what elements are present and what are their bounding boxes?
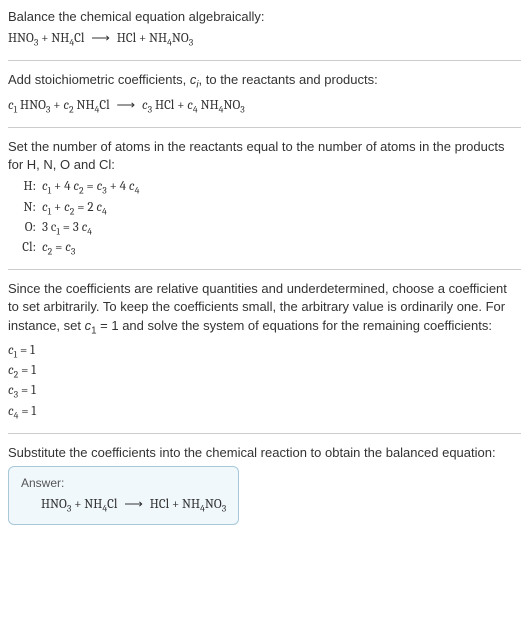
species: Cl [107, 497, 120, 512]
atom-row-o: O: 3 c1 = 3 c4 [8, 219, 521, 239]
text: 3 c [42, 220, 56, 235]
plus: + [50, 98, 63, 113]
unbalanced-equation: HNO3 + NH4Cl ⟶ HCl + NH4NO3 [8, 30, 521, 50]
section-add-coefficients: Add stoichiometric coefficients, ci, to … [8, 71, 521, 116]
species: Cl [99, 98, 112, 113]
instruction-text: Set the number of atoms in the reactants… [8, 138, 521, 174]
answer-label: Answer: [21, 475, 226, 492]
equation-body: c1 + 4 c2 = c3 + 4 c4 [42, 178, 139, 198]
species: NH [198, 98, 219, 113]
instruction-text: Add stoichiometric coefficients, ci, to … [8, 71, 521, 92]
sub: 4 [87, 226, 92, 237]
text: + 4 [107, 179, 129, 194]
subscript: 3 [240, 104, 245, 115]
val: = 1 [18, 363, 36, 378]
coef-row: c1 = 1 [8, 342, 521, 362]
val: = 1 [17, 343, 35, 358]
coefficient-equation: c1 HNO3 + c2 NH4Cl ⟶ c3 HCl + c4 NH4NO3 [8, 97, 521, 117]
sub: 3 [71, 247, 76, 258]
arrow-icon: ⟶ [124, 496, 143, 514]
coefficient-solutions: c1 = 1 c2 = 1 c3 = 1 c4 = 1 [8, 342, 521, 423]
divider [8, 433, 521, 434]
atom-label: H: [8, 178, 42, 196]
atom-row-h: H: c1 + 4 c2 = c3 + 4 c4 [8, 178, 521, 198]
instruction-text: Substitute the coefficients into the che… [8, 444, 521, 462]
species: NO [172, 31, 189, 46]
divider [8, 269, 521, 270]
section-atom-balance: Set the number of atoms in the reactants… [8, 138, 521, 259]
atom-row-n: N: c1 + c2 = 2 c4 [8, 199, 521, 219]
eq: = [52, 240, 65, 255]
species: HNO [41, 497, 67, 512]
eq: = 3 [60, 220, 82, 235]
atom-label: Cl: [8, 239, 42, 257]
atom-row-cl: Cl: c2 = c3 [8, 239, 521, 259]
divider [8, 60, 521, 61]
instruction-text: Since the coefficients are relative quan… [8, 280, 521, 338]
atom-label: N: [8, 199, 42, 217]
subscript: 3 [189, 38, 194, 49]
arrow-icon: ⟶ [91, 30, 110, 48]
atom-equations: H: c1 + 4 c2 = c3 + 4 c4 N: c1 + c2 = 2 … [8, 178, 521, 259]
balanced-equation: HNO3 + NH4Cl ⟶ HCl + NH4NO3 [21, 496, 226, 516]
text: + [51, 200, 64, 215]
val: = 1 [18, 383, 36, 398]
species: + NH [71, 497, 102, 512]
species: HNO [17, 98, 46, 113]
answer-box: Answer: HNO3 + NH4Cl ⟶ HCl + NH4NO3 [8, 466, 239, 525]
divider [8, 127, 521, 128]
eq: = 2 [74, 200, 96, 215]
species: HCl + [152, 98, 187, 113]
species: Cl [74, 31, 87, 46]
coef-row: c4 = 1 [8, 403, 521, 423]
text: + 4 [51, 179, 73, 194]
species: NO [223, 98, 240, 113]
section-balance-intro: Balance the chemical equation algebraica… [8, 8, 521, 50]
sub: 4 [102, 206, 107, 217]
species: HNO [8, 31, 34, 46]
section-solve: Since the coefficients are relative quan… [8, 280, 521, 423]
species: HCl + NH [114, 31, 167, 46]
arrow-icon: ⟶ [116, 97, 135, 115]
coef-row: c3 = 1 [8, 382, 521, 402]
atom-label: O: [8, 219, 42, 237]
sub: 4 [135, 186, 140, 197]
equation-body: 3 c1 = 3 c4 [42, 219, 92, 239]
eq: = [84, 179, 97, 194]
coef-row: c2 = 1 [8, 362, 521, 382]
text: , to the reactants and products: [199, 72, 378, 87]
species: NH [74, 98, 95, 113]
instruction-text: Balance the chemical equation algebraica… [8, 8, 521, 26]
equation-body: c2 = c3 [42, 239, 75, 259]
species: HCl + NH [147, 497, 200, 512]
text: Add stoichiometric coefficients, [8, 72, 190, 87]
species: NO [205, 497, 222, 512]
val: = 1 [18, 404, 36, 419]
subscript: 3 [222, 503, 227, 514]
section-answer: Substitute the coefficients into the che… [8, 444, 521, 525]
equation-body: c1 + c2 = 2 c4 [42, 199, 107, 219]
species: + NH [38, 31, 69, 46]
text: = 1 and solve the system of equations fo… [97, 318, 492, 333]
